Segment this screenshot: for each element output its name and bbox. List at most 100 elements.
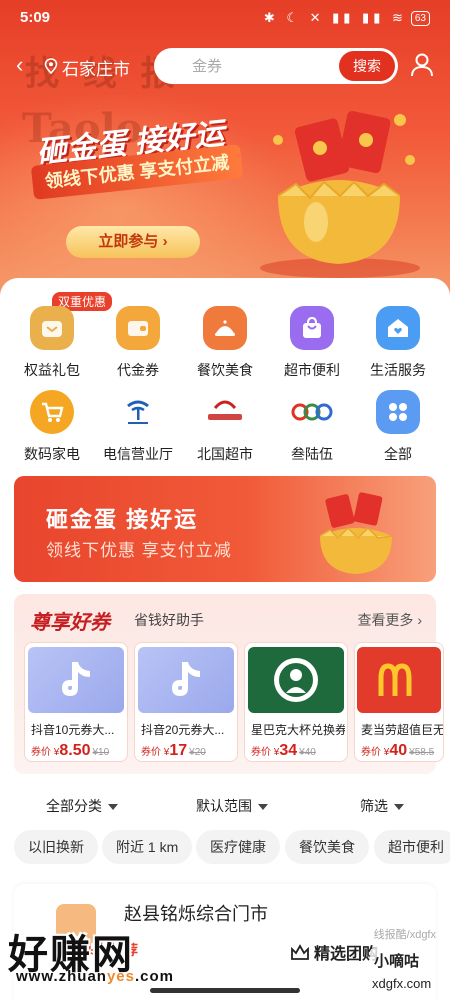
- grid-item-telecom[interactable]: 电信营业厅: [98, 390, 178, 464]
- range-filter-label: 默认范围: [196, 798, 252, 814]
- grid-label: 北国超市: [197, 446, 253, 462]
- grid-icon: [376, 390, 420, 434]
- gift-icon: [30, 306, 74, 350]
- coupon-card[interactable]: 麦当劳超值巨无 券价 ¥40 ¥58.5: [354, 642, 444, 762]
- shopping-bag-icon: [290, 306, 334, 350]
- coupon-card[interactable]: 抖音10元券大... 券价 ¥8.50 ¥10: [24, 642, 128, 762]
- coupon-name: 星巴克大杯兑换券: [251, 723, 345, 737]
- watermark-url-pre: www.zhuan: [16, 968, 107, 985]
- search-bar[interactable]: 搜索: [154, 48, 398, 84]
- grid-item-all[interactable]: 全部: [358, 390, 438, 464]
- grid-label: 叁陆伍: [291, 446, 333, 462]
- wallet-icon: [116, 306, 160, 350]
- category-filter-label: 全部分类: [46, 798, 102, 814]
- crown-icon: [291, 944, 309, 960]
- grid-item-food[interactable]: 餐饮美食: [185, 306, 265, 380]
- coupon-price: 券价 ¥8.50 ¥10: [31, 742, 127, 760]
- battery-icon: 63: [410, 10, 430, 26]
- city-selector[interactable]: 石家庄市: [62, 55, 130, 80]
- watermark-right-url: xdgfx.com: [372, 976, 432, 991]
- price-label: 券价 ¥: [361, 747, 390, 758]
- chip-supermarket[interactable]: 超市便利: [374, 830, 450, 864]
- status-glyphs: ✱ ☾ ✕ ▮▮ ▮▮ ≋: [263, 10, 407, 25]
- coupon-name: 麦当劳超值巨无: [361, 723, 443, 737]
- tiktok-icon: [138, 647, 234, 713]
- original-price: ¥40: [299, 747, 316, 758]
- grid-label: 代金券: [117, 362, 159, 378]
- starbucks-icon: [248, 647, 344, 713]
- golden-egg-illustration: [260, 110, 420, 278]
- home-heart-icon: [376, 306, 420, 350]
- coupons-title: 尊享好券: [30, 612, 110, 634]
- grid-label: 餐饮美食: [197, 362, 253, 378]
- golden-egg-banner[interactable]: 砸金蛋 接好运 领线下优惠 享支付立减: [14, 476, 436, 582]
- top-bar: ‹ 石家庄市 搜索: [0, 46, 450, 86]
- price-value: 8.50: [59, 742, 91, 759]
- coupon-name: 抖音10元券大...: [31, 723, 115, 737]
- search-button[interactable]: 搜索: [339, 51, 395, 81]
- join-button[interactable]: 立即参与 ›: [66, 226, 200, 258]
- premium-coupons-section: 尊享好券 省钱好助手 查看更多 › 抖音10元券大... 券价 ¥8.50 ¥10…: [14, 594, 444, 774]
- back-icon[interactable]: ‹: [16, 52, 23, 78]
- store-name: 赵县铭烁综合门市: [124, 904, 268, 924]
- chip-nearby[interactable]: 附近 1 km: [102, 830, 193, 864]
- see-more-link[interactable]: 查看更多 ›: [357, 610, 422, 630]
- grid-label: 电信营业厅: [103, 446, 173, 462]
- dish-icon: [203, 306, 247, 350]
- watermark-store: 线报酷/xdgfx: [373, 929, 436, 941]
- beiguo-logo: [203, 390, 247, 434]
- original-price: ¥10: [92, 747, 110, 758]
- golden-egg-icon: [319, 492, 393, 574]
- grid-item-voucher[interactable]: 代金券: [98, 306, 178, 380]
- hero-banner[interactable]: 5:09 ✱ ☾ ✕ ▮▮ ▮▮ ≋ 63 找 线 报 Taolo ‹ 石家庄市…: [0, 0, 450, 300]
- grid-item-life-service[interactable]: 生活服务: [358, 306, 438, 380]
- category-filter[interactable]: 全部分类: [46, 796, 118, 816]
- grid-label: 权益礼包: [24, 362, 80, 378]
- chip-medical[interactable]: 医疗健康: [196, 830, 280, 864]
- tag-chips: 以旧换新 附近 1 km 医疗健康 餐饮美食 超市便利: [0, 830, 450, 864]
- original-price: ¥20: [189, 747, 206, 758]
- select-group-button[interactable]: 精选团购: [290, 940, 378, 964]
- grid-item-gift-pack[interactable]: 权益礼包: [12, 306, 92, 380]
- price-label: 券价 ¥: [141, 747, 170, 758]
- chevron-down-icon: [108, 804, 118, 811]
- banner2-title: 砸金蛋 接好运: [46, 507, 199, 532]
- sort-filter[interactable]: 筛选: [360, 796, 404, 816]
- coupon-card[interactable]: 抖音20元券大... 券价 ¥17 ¥20: [134, 642, 238, 762]
- price-value: 17: [169, 742, 188, 759]
- chip-food[interactable]: 餐饮美食: [285, 830, 369, 864]
- location-pin-icon: [44, 58, 58, 74]
- grid-label: 超市便利: [284, 362, 340, 378]
- chip-trade-in[interactable]: 以旧换新: [14, 830, 98, 864]
- user-icon[interactable]: [410, 52, 434, 78]
- range-filter[interactable]: 默认范围: [196, 796, 268, 816]
- price-value: 34: [279, 742, 298, 759]
- status-time: 5:09: [20, 9, 51, 26]
- grid-item-365[interactable]: 叁陆伍: [272, 390, 352, 464]
- sort-filter-label: 筛选: [360, 798, 388, 814]
- chevron-down-icon: [258, 804, 268, 811]
- status-icons: ✱ ☾ ✕ ▮▮ ▮▮ ≋ 63: [264, 10, 430, 26]
- price-value: 40: [389, 742, 408, 759]
- filter-bar: 全部分类 默认范围 筛选: [0, 796, 450, 820]
- original-price: ¥58.5: [409, 747, 435, 758]
- coupons-subtitle: 省钱好助手: [134, 612, 204, 628]
- grid-label: 全部: [384, 446, 412, 462]
- watermark-url: www.zhuanyes.com: [16, 968, 174, 985]
- select-group-label: 精选团购: [314, 946, 379, 963]
- tiktok-icon: [28, 647, 124, 713]
- grid-label: 数码家电: [24, 446, 80, 462]
- watermark-url-post: .com: [134, 968, 174, 985]
- grid-item-supermarket[interactable]: 超市便利: [272, 306, 352, 380]
- grid-item-digital[interactable]: 数码家电: [12, 390, 92, 464]
- coupon-card[interactable]: 星巴克大杯兑换券 券价 ¥34 ¥40: [244, 642, 348, 762]
- status-bar: 5:09 ✱ ☾ ✕ ▮▮ ▮▮ ≋ 63: [0, 0, 450, 36]
- grid-item-beiguo[interactable]: 北国超市: [185, 390, 265, 464]
- price-label: 券价 ¥: [251, 747, 280, 758]
- coupon-price: 券价 ¥17 ¥20: [141, 742, 237, 760]
- cart-icon: [30, 390, 74, 434]
- grid-label: 生活服务: [370, 362, 426, 378]
- search-input[interactable]: [154, 48, 334, 84]
- china-telecom-logo: [116, 390, 160, 434]
- home-indicator[interactable]: [150, 988, 300, 993]
